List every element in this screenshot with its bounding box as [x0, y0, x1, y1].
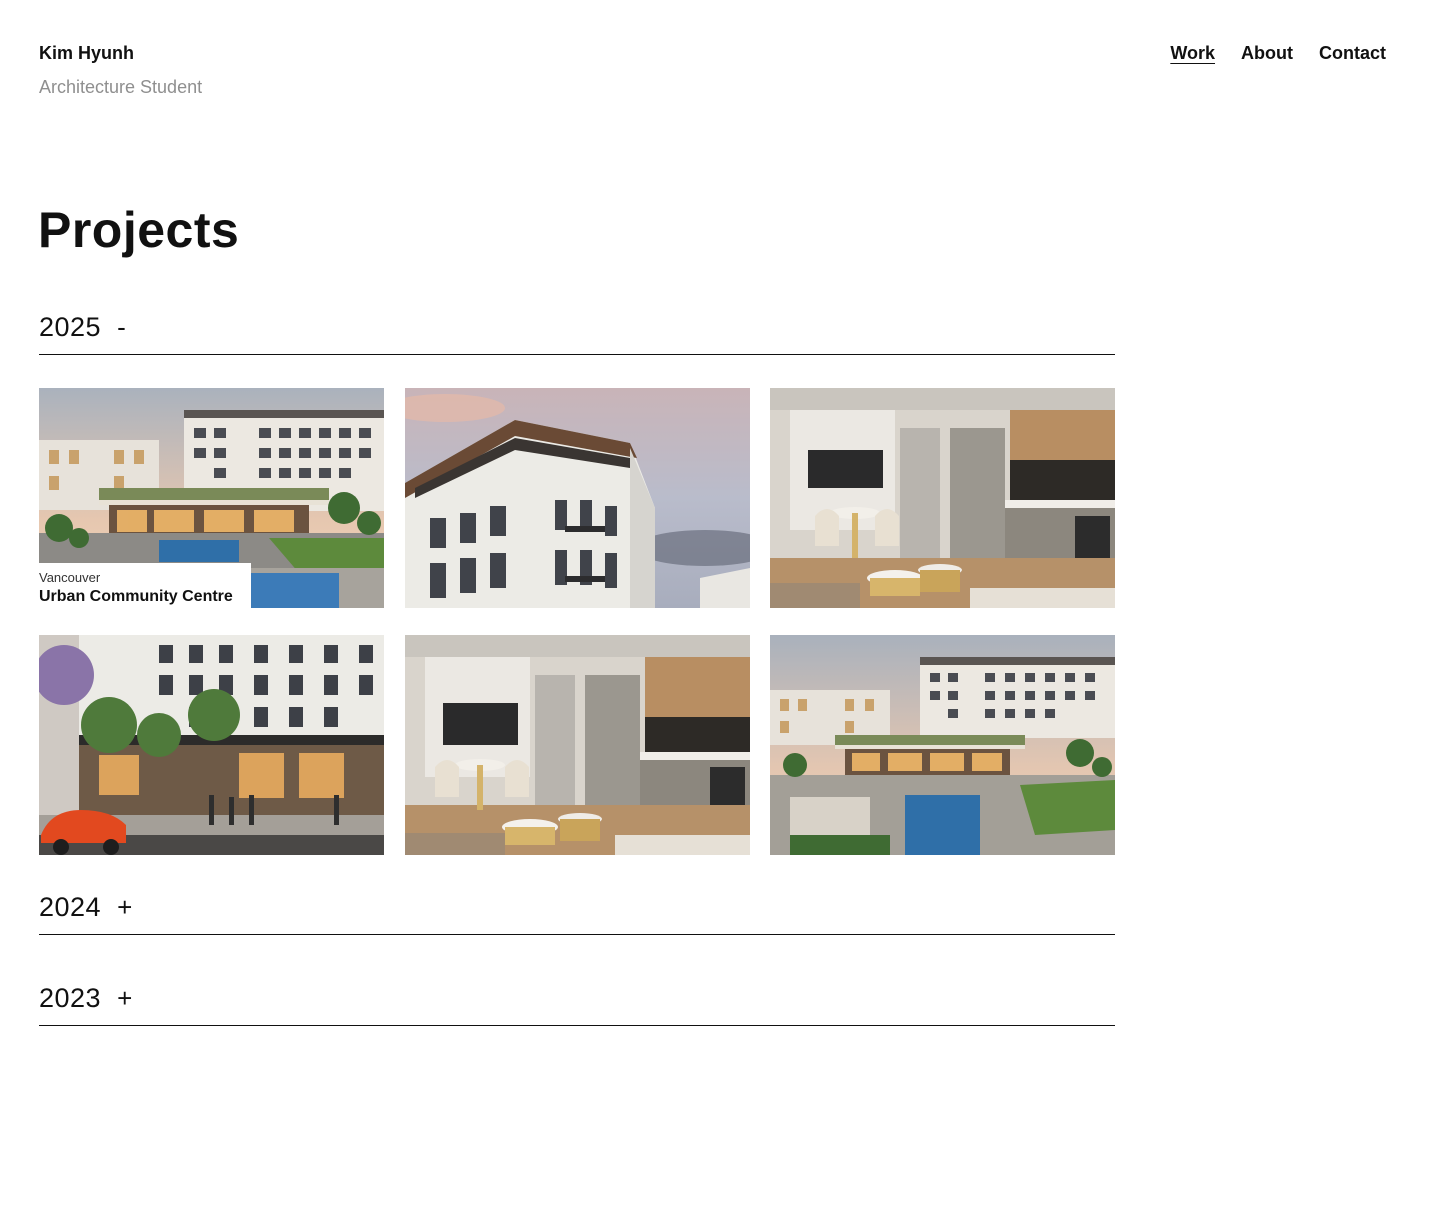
apartment-interior-image	[404, 635, 750, 855]
main-nav: Work About Contact	[1170, 41, 1386, 65]
section-2025: 2025 -	[39, 299, 1115, 355]
project-tile[interactable]	[404, 635, 750, 855]
nav-link-work[interactable]: Work	[1170, 41, 1215, 65]
project-caption: Vancouver Urban Community Centre	[39, 563, 251, 608]
section-2024: 2024 +	[39, 879, 1115, 935]
section-header-2024[interactable]: 2024 +	[39, 879, 1115, 935]
site-brand: Kim Hyunh Architecture Student	[39, 41, 202, 99]
street-view-image	[39, 635, 384, 855]
section-year: 2024	[39, 891, 102, 922]
section-year: 2023	[39, 982, 102, 1013]
courtyard-exterior-image	[770, 635, 1115, 855]
expand-icon[interactable]: +	[117, 981, 132, 1015]
project-tile[interactable]: Vancouver Urban Community Centre	[39, 388, 384, 608]
project-tile[interactable]	[39, 635, 384, 855]
collapse-icon[interactable]: -	[117, 310, 126, 344]
project-tile[interactable]	[770, 635, 1115, 855]
project-tile[interactable]	[404, 388, 750, 608]
section-2023: 2023 +	[39, 970, 1115, 1026]
page-title: Projects	[38, 202, 240, 258]
nav-link-about[interactable]: About	[1241, 41, 1293, 65]
building-corner-image	[404, 388, 750, 608]
nav-link-contact[interactable]: Contact	[1319, 41, 1386, 65]
section-year: 2025	[39, 311, 102, 342]
project-tile[interactable]	[770, 388, 1115, 608]
project-grid: Vancouver Urban Community Centre	[39, 388, 1115, 855]
apartment-interior-image	[770, 388, 1115, 608]
project-title[interactable]: Urban Community Centre	[39, 586, 236, 608]
expand-icon[interactable]: +	[117, 890, 132, 924]
section-header-2023[interactable]: 2023 +	[39, 970, 1115, 1026]
project-location: Vancouver	[39, 570, 101, 585]
site-subtitle: Architecture Student	[39, 77, 203, 97]
section-header-2025[interactable]: 2025 -	[39, 299, 1115, 355]
site-name[interactable]: Kim Hyunh	[39, 41, 202, 65]
